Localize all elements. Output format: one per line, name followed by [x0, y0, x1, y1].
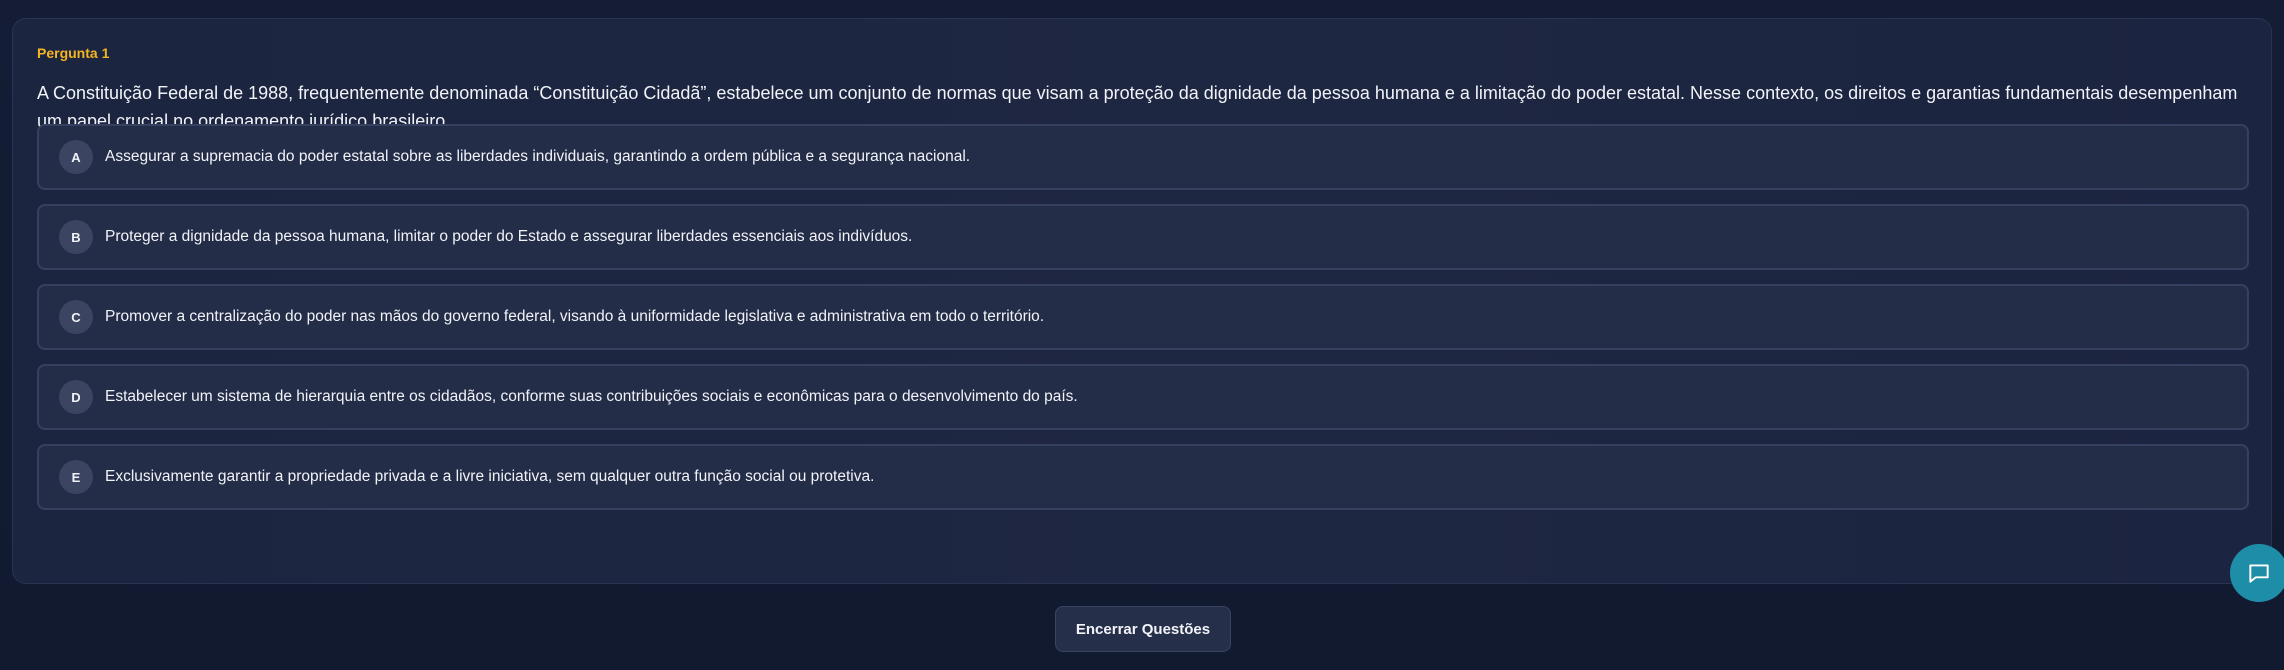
option-text: Exclusivamente garantir a propriedade pr…: [105, 468, 875, 485]
question-card: Pergunta 1 A Constituição Federal de 198…: [12, 18, 2272, 584]
question-number: Pergunta 1: [37, 45, 110, 61]
finish-questions-button[interactable]: Encerrar Questões: [1055, 606, 1231, 652]
option-d[interactable]: D Estabelecer um sistema de hierarquia e…: [37, 364, 2249, 430]
chat-button[interactable]: [2230, 544, 2284, 602]
option-text: Assegurar a supremacia do poder estatal …: [105, 148, 971, 165]
option-letter: B: [59, 220, 93, 254]
option-c[interactable]: C Promover a centralização do poder nas …: [37, 284, 2249, 350]
option-text: Promover a centralização do poder nas mã…: [105, 308, 1045, 325]
option-letter: E: [59, 460, 93, 494]
chat-bubble-icon: [2249, 564, 2269, 583]
option-b[interactable]: B Proteger a dignidade da pessoa humana,…: [37, 204, 2249, 270]
option-letter: A: [59, 140, 93, 174]
option-e[interactable]: E Exclusivamente garantir a propriedade …: [37, 444, 2249, 510]
option-a[interactable]: A Assegurar a supremacia do poder estata…: [37, 124, 2249, 190]
option-letter: C: [59, 300, 93, 334]
option-letter: D: [59, 380, 93, 414]
option-text: Estabelecer um sistema de hierarquia ent…: [105, 388, 1078, 405]
quiz-page: Pergunta 1 A Constituição Federal de 198…: [0, 0, 2284, 670]
option-text: Proteger a dignidade da pessoa humana, l…: [105, 228, 913, 245]
